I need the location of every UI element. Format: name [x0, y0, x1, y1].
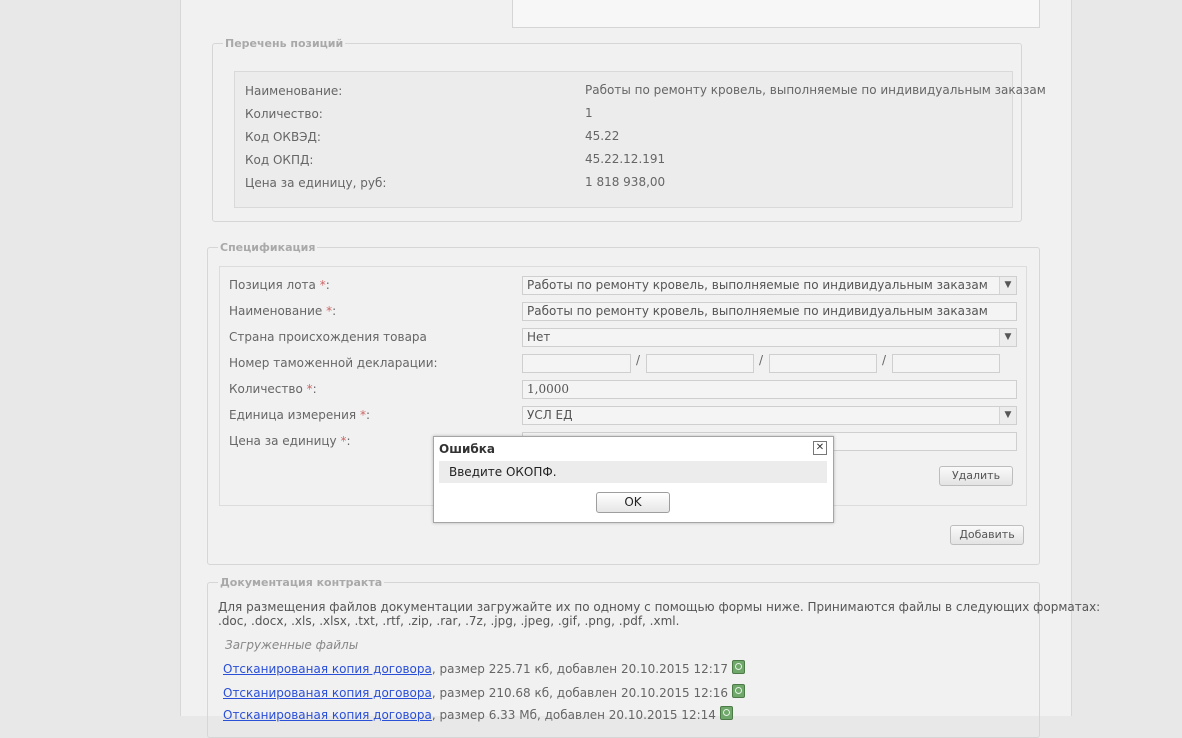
- chevron-down-icon[interactable]: ▼: [999, 277, 1016, 294]
- unit-value: УСЛ ЕД: [527, 408, 573, 422]
- recycle-icon[interactable]: [732, 684, 746, 698]
- unit-label: Единица измерения *:: [229, 408, 371, 422]
- name-input-value: Работы по ремонту кровель, выполняемые п…: [527, 304, 988, 318]
- customs-label: Номер таможенной декларации:: [229, 356, 438, 370]
- dialog-title: Ошибка: [439, 442, 495, 456]
- customs-input-4[interactable]: [892, 354, 1000, 373]
- customs-input-3[interactable]: [769, 354, 877, 373]
- spec-legend: Спецификация: [220, 241, 316, 254]
- recycle-icon[interactable]: [732, 660, 746, 674]
- file-row: Отсканированая копия договора, размер 6.…: [223, 706, 733, 722]
- positions-label-okved: Код ОКВЭД:: [245, 130, 321, 144]
- file-link[interactable]: Отсканированая копия договора: [223, 708, 432, 722]
- country-label: Страна происхождения товара: [229, 330, 427, 344]
- positions-value-name: Работы по ремонту кровель, выполняемые п…: [585, 83, 1046, 97]
- country-value: Нет: [527, 330, 551, 344]
- file-row: Отсканированая копия договора, размер 21…: [223, 684, 746, 700]
- file-row: Отсканированая копия договора, размер 22…: [223, 660, 746, 676]
- price-label: Цена за единицу *:: [229, 434, 351, 448]
- customs-input-2[interactable]: [646, 354, 754, 373]
- docs-info-line1: Для размещения файлов документации загру…: [218, 600, 1101, 614]
- file-meta: , размер 210.68 кб, добавлен 20.10.2015 …: [431, 686, 729, 700]
- file-link[interactable]: Отсканированая копия договора: [223, 662, 432, 676]
- file-meta: , размер 6.33 Мб, добавлен 20.10.2015 12…: [431, 708, 716, 722]
- dialog-message-bar: Введите ОКОПФ.: [439, 461, 827, 483]
- lot-position-select[interactable]: Работы по ремонту кровель, выполняемые п…: [522, 276, 1017, 295]
- close-icon[interactable]: ✕: [813, 441, 827, 455]
- name-input[interactable]: Работы по ремонту кровель, выполняемые п…: [522, 302, 1017, 321]
- lot-position-label: Позиция лота *:: [229, 278, 330, 292]
- lot-position-value: Работы по ремонту кровель, выполняемые п…: [527, 278, 988, 292]
- customs-separator-2: /: [759, 353, 764, 367]
- positions-value-okved: 45.22: [585, 129, 620, 143]
- chevron-down-icon[interactable]: ▼: [999, 407, 1016, 424]
- positions-legend: Перечень позиций: [225, 37, 344, 50]
- positions-value-price: 1 818 938,00: [585, 175, 666, 189]
- positions-label-price: Цена за единицу, руб:: [245, 176, 387, 190]
- positions-label-quantity: Количество:: [245, 107, 323, 121]
- quantity-value: 1,0000: [527, 382, 569, 396]
- quantity-input[interactable]: 1,0000: [522, 380, 1017, 399]
- top-text-area: [512, 0, 1040, 28]
- positions-value-okpd: 45.22.12.191: [585, 152, 666, 166]
- positions-label-name: Наименование:: [245, 84, 343, 98]
- recycle-icon[interactable]: [719, 706, 733, 720]
- docs-legend: Документация контракта: [220, 576, 383, 589]
- file-meta: , размер 225.71 кб, добавлен 20.10.2015 …: [431, 662, 729, 676]
- customs-separator-1: /: [636, 353, 641, 367]
- customs-separator-3: /: [882, 353, 887, 367]
- uploaded-files-title: Загруженные файлы: [225, 638, 359, 652]
- positions-label-okpd: Код ОКПД:: [245, 153, 314, 167]
- customs-input-1[interactable]: [522, 354, 631, 373]
- file-link[interactable]: Отсканированая копия договора: [223, 686, 432, 700]
- add-button[interactable]: Добавить: [950, 525, 1024, 545]
- dialog-message: Введите ОКОПФ.: [449, 465, 557, 479]
- quantity-label: Количество *:: [229, 382, 317, 396]
- positions-value-quantity: 1: [585, 106, 593, 120]
- unit-select[interactable]: УСЛ ЕД ▼: [522, 406, 1017, 425]
- docs-info-line2: .doc, .docx, .xls, .xlsx, .txt, .rtf, .z…: [218, 614, 680, 628]
- name-label: Наименование *:: [229, 304, 337, 318]
- error-dialog: Ошибка ✕ Введите ОКОПФ. OK: [433, 436, 834, 523]
- country-select[interactable]: Нет ▼: [522, 328, 1017, 347]
- delete-button[interactable]: Удалить: [939, 466, 1013, 486]
- chevron-down-icon[interactable]: ▼: [999, 329, 1016, 346]
- ok-button[interactable]: OK: [596, 492, 670, 513]
